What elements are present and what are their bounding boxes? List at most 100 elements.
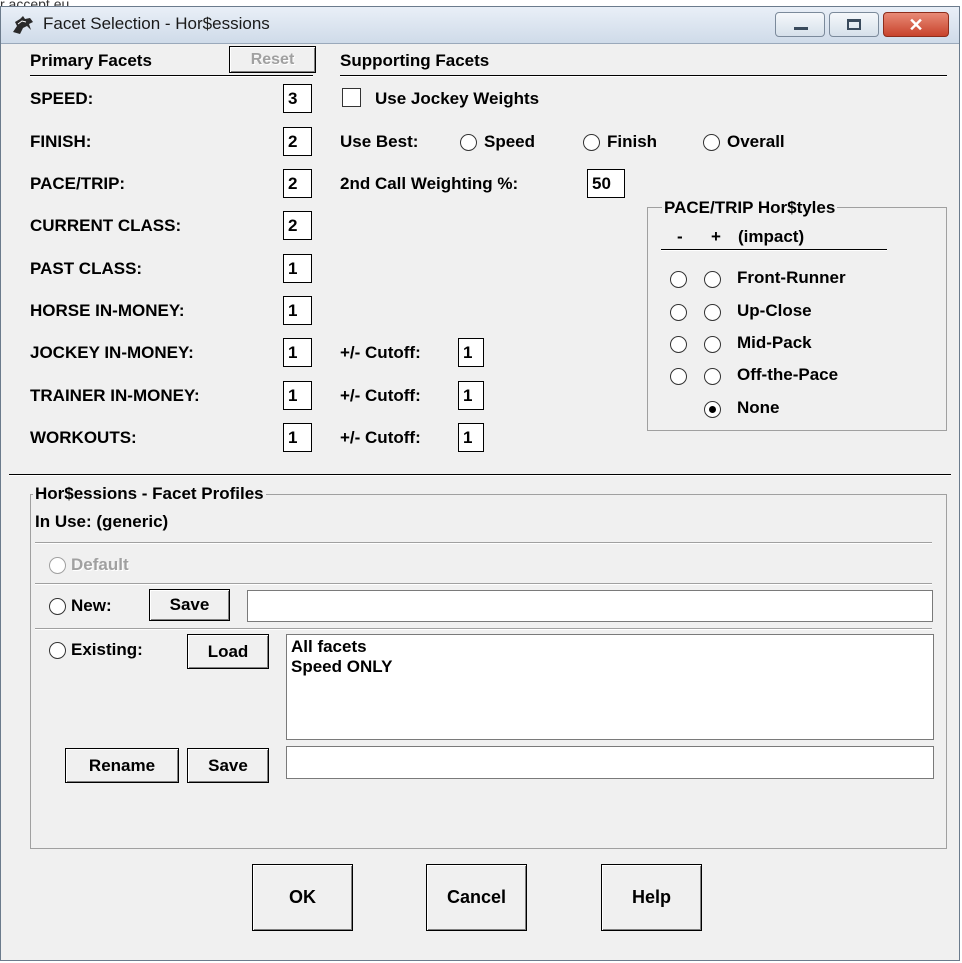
- facet-label-pace-trip: PACE/TRIP:: [30, 174, 126, 193]
- help-button[interactable]: Help: [601, 864, 702, 931]
- trainer-cutoff-label: +/- Cutoff:: [340, 428, 421, 447]
- ok-label: OK: [289, 887, 316, 907]
- mid-pack-minus-radio[interactable]: [670, 336, 687, 353]
- ok-button[interactable]: OK: [252, 864, 353, 931]
- supporting-header-rule: [340, 75, 947, 77]
- profile-list-item[interactable]: All facets: [291, 637, 929, 657]
- jockey-cutoff-value: 1: [463, 386, 473, 405]
- primary-header-rule: [30, 75, 313, 77]
- profiles-rule-3: [35, 628, 932, 630]
- load-button[interactable]: Load: [187, 634, 269, 669]
- new-radio[interactable]: [49, 598, 66, 615]
- plus-impact-header: +: [711, 227, 721, 246]
- facet-label-trainer-in-money: TRAINER IN-MONEY:: [30, 386, 200, 405]
- minus-impact-header: -: [677, 227, 683, 246]
- up-close-plus-radio[interactable]: [704, 304, 721, 321]
- use-best-finish-radio[interactable]: [583, 134, 600, 151]
- finish-field[interactable]: 2: [283, 127, 312, 156]
- workouts-field[interactable]: 1: [283, 423, 312, 452]
- front-runner-minus-radio[interactable]: [670, 271, 687, 288]
- finish-value: 2: [288, 132, 298, 151]
- window-title: Facet Selection - Hor$essions: [43, 14, 270, 33]
- off-the-pace-minus-radio[interactable]: [670, 368, 687, 385]
- horse-racing-icon: [13, 16, 33, 34]
- facet-label-past-class: PAST CLASS:: [30, 259, 143, 278]
- rename-profile-input[interactable]: [286, 746, 934, 779]
- rename-button[interactable]: Rename: [65, 748, 179, 783]
- second-call-value: 50: [592, 174, 611, 193]
- second-call-field[interactable]: 50: [587, 169, 625, 198]
- mid-pack-label: Mid-Pack: [737, 333, 812, 352]
- new-label: New:: [71, 596, 112, 615]
- none-radio[interactable]: [704, 401, 721, 418]
- horse-in-money-field[interactable]: 1: [283, 296, 312, 325]
- pace-header-rule: [661, 249, 887, 251]
- new-profile-name-input[interactable]: [247, 590, 933, 622]
- horse-cutoff-value: 1: [463, 343, 473, 362]
- trainer-in-money-value: 1: [288, 386, 298, 405]
- off-the-pace-label: Off-the-Pace: [737, 365, 839, 384]
- supporting-facets-header: Supporting Facets: [340, 51, 490, 70]
- use-best-speed-label: Speed: [484, 132, 536, 151]
- use-jockey-weights-label: Use Jockey Weights: [375, 89, 540, 108]
- existing-label: Existing:: [71, 640, 143, 659]
- horse-cutoff-label: +/- Cutoff:: [340, 343, 421, 362]
- pace-trip-styles-title: PACE/TRIP Hor$tyles: [662, 198, 838, 218]
- second-call-label: 2nd Call Weighting %:: [340, 174, 519, 193]
- jockey-cutoff-field[interactable]: 1: [458, 381, 484, 410]
- help-label: Help: [631, 887, 671, 907]
- save-new-button[interactable]: Save: [149, 589, 230, 621]
- cancel-label: Cancel: [446, 887, 507, 907]
- none-label: None: [737, 398, 780, 417]
- past-class-field[interactable]: 1: [283, 254, 312, 283]
- horse-cutoff-field[interactable]: 1: [458, 338, 484, 367]
- facet-label-workouts: WORKOUTS:: [30, 428, 137, 447]
- minimize-button[interactable]: [775, 12, 825, 37]
- jockey-in-money-field[interactable]: 1: [283, 338, 312, 367]
- past-class-value: 1: [288, 259, 298, 278]
- use-jockey-weights-checkbox[interactable]: [342, 88, 361, 107]
- facet-label-current-class: CURRENT CLASS:: [30, 216, 182, 235]
- maximize-button[interactable]: [829, 12, 879, 37]
- profiles-rule-1: [35, 542, 932, 544]
- save-new-label: Save: [169, 595, 210, 614]
- mid-pack-plus-radio[interactable]: [704, 336, 721, 353]
- use-best-speed-radio[interactable]: [460, 134, 477, 151]
- use-best-overall-radio[interactable]: [703, 134, 720, 151]
- default-radio: [49, 557, 66, 574]
- existing-profiles-list[interactable]: All facets Speed ONLY: [286, 634, 934, 740]
- impact-header: (impact): [738, 227, 805, 246]
- maximize-icon: [847, 19, 861, 30]
- pace-trip-field[interactable]: 2: [283, 169, 312, 198]
- front-runner-label: Front-Runner: [737, 268, 846, 287]
- trainer-in-money-field[interactable]: 1: [283, 381, 312, 410]
- facet-label-speed: SPEED:: [30, 89, 94, 108]
- facet-label-finish: FINISH:: [30, 132, 92, 151]
- reset-label: Reset: [250, 51, 295, 68]
- current-class-field[interactable]: 2: [283, 211, 312, 240]
- reset-button: Reset: [229, 46, 316, 73]
- trainer-cutoff-value: 1: [463, 428, 473, 447]
- facet-selection-dialog: Facet Selection - Hor$essions ✕ Primary …: [0, 6, 960, 961]
- title-bar[interactable]: Facet Selection - Hor$essions ✕: [1, 7, 959, 44]
- front-runner-plus-radio[interactable]: [704, 271, 721, 288]
- save-rename-button[interactable]: Save: [187, 748, 269, 783]
- current-class-value: 2: [288, 216, 298, 235]
- up-close-label: Up-Close: [737, 301, 812, 320]
- default-label: Default: [71, 555, 129, 574]
- up-close-minus-radio[interactable]: [670, 304, 687, 321]
- speed-field[interactable]: 3: [283, 84, 312, 113]
- cancel-button[interactable]: Cancel: [426, 864, 527, 931]
- close-icon: ✕: [908, 15, 924, 35]
- use-best-finish-label: Finish: [607, 132, 658, 151]
- trainer-cutoff-field[interactable]: 1: [458, 423, 484, 452]
- horse-in-money-value: 1: [288, 301, 298, 320]
- existing-radio[interactable]: [49, 642, 66, 659]
- close-button[interactable]: ✕: [883, 12, 949, 37]
- off-the-pace-plus-radio[interactable]: [704, 368, 721, 385]
- profile-list-item[interactable]: Speed ONLY: [291, 657, 929, 677]
- in-use-label: In Use: (generic): [35, 512, 169, 531]
- jockey-cutoff-label: +/- Cutoff:: [340, 386, 421, 405]
- section-divider: [9, 474, 951, 476]
- facet-profiles-title: Hor$essions - Facet Profiles: [33, 484, 266, 504]
